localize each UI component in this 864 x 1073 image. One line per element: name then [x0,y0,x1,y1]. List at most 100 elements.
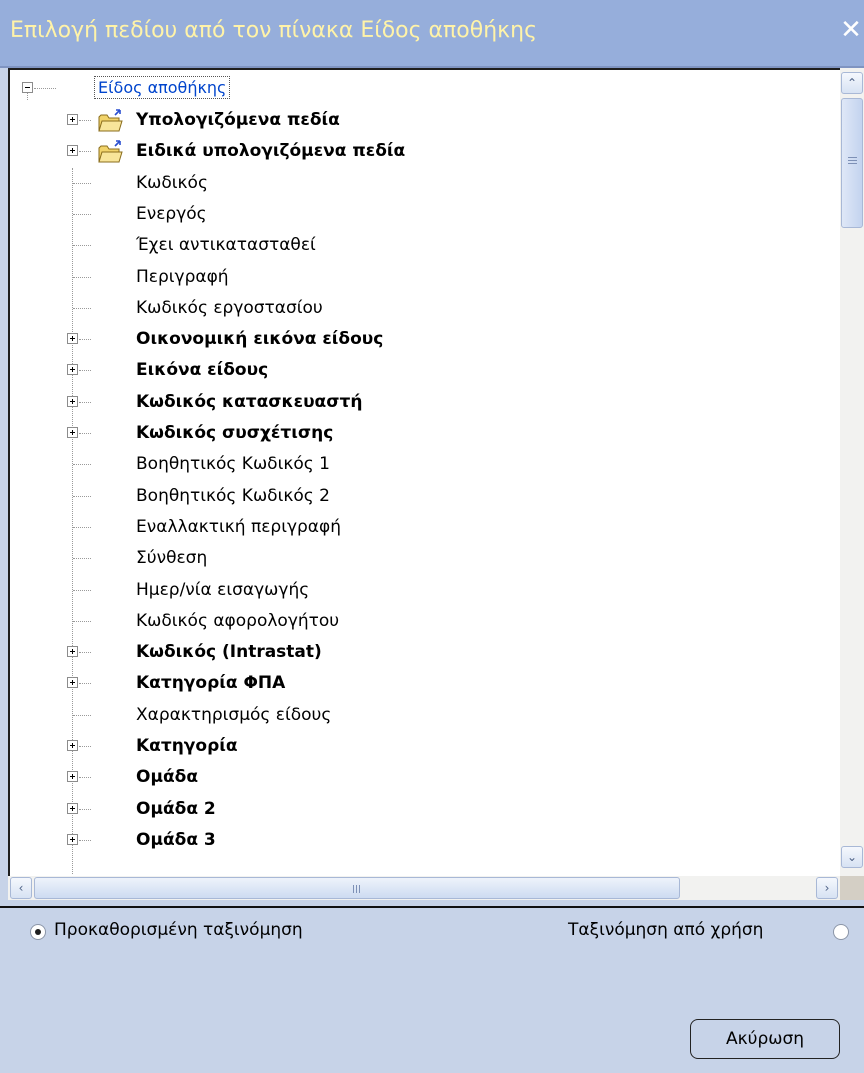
cancel-button[interactable]: Ακύρωση [690,1019,840,1059]
scroll-down-icon[interactable]: ⌄ [841,846,863,868]
folder-icon [98,109,123,132]
expand-icon[interactable] [67,740,78,751]
tree-connector [79,809,91,810]
folder-icon [98,140,123,163]
tree-root-row[interactable]: Είδος αποθήκης [10,74,842,105]
tree-item-label: Ειδικά υπολογιζόμενα πεδία [136,141,406,161]
tree-root-label[interactable]: Είδος αποθήκης [94,76,231,99]
tree-connector [79,746,91,747]
thumb-grip [848,163,857,164]
tree-item[interactable]: Σύνθεση [10,544,842,575]
tree-connector [73,558,91,559]
tree-item[interactable]: Κωδικός (Intrastat) [10,638,842,669]
default-sort-label[interactable]: Προκαθορισμένη ταξινόμηση [54,920,303,940]
tree-connector [79,652,91,653]
tree-item[interactable]: Εικόνα είδους [10,356,842,387]
tree-item[interactable]: Ενεργός [10,200,842,231]
tree-connector [73,527,91,528]
tree-item-label: Σύνθεση [136,548,208,568]
divider [0,906,864,908]
collapse-icon[interactable] [22,82,33,93]
scroll-up-icon[interactable]: ⌃ [841,72,863,94]
tree-item-label: Κωδικός αφορολογήτου [136,611,340,631]
scroll-left-icon[interactable]: ‹ [10,877,32,899]
window-title: Επιλογή πεδίου από τον πίνακα Είδος αποθ… [10,18,537,43]
tree-item[interactable]: Ομάδα 2 [10,795,842,826]
expand-icon[interactable] [67,114,78,125]
tree-connector [73,277,91,278]
thumb-grip [353,885,354,893]
tree-item[interactable]: Κωδικός κατασκευαστή [10,388,842,419]
tree-item[interactable]: Ομάδα [10,763,842,794]
tree-item[interactable]: Έχει αντικατασταθεί [10,231,842,262]
vertical-scrollbar[interactable]: ⌃ ⌄ [840,68,864,876]
tree-item-label: Εναλλακτική περιγραφή [136,517,341,537]
tree-connector [34,88,56,89]
tree-item-label: Κωδικός (Intrastat) [136,642,322,662]
tree-connector [73,214,91,215]
tree-item-label: Κωδικός κατασκευαστή [136,392,363,412]
expand-icon[interactable] [67,677,78,688]
tree-item[interactable]: Χαρακτηρισμός είδους [10,701,842,732]
expand-icon[interactable] [67,427,78,438]
tree-item[interactable]: Ημερ/νία εισαγωγής [10,576,842,607]
tree-connector [79,339,91,340]
tree-item-label: Περιγραφή [136,267,229,287]
tree-connector [73,183,91,184]
tree-item[interactable]: Κατηγορία ΦΠΑ [10,669,842,700]
tree-connector [73,464,91,465]
tree-connector [79,777,91,778]
tree-item-label: Βοηθητικός Κωδικός 2 [136,486,330,506]
usage-sort-label[interactable]: Ταξινόμηση από χρήση [568,920,763,940]
tree-item-label: Ομάδα 2 [136,799,216,819]
expand-icon[interactable] [67,364,78,375]
tree-connector [79,370,91,371]
tree-connector [79,151,91,152]
tree-connector [79,120,91,121]
tree-item-label: Ομάδα 3 [136,830,216,850]
expand-icon[interactable] [67,333,78,344]
horizontal-scrollbar[interactable]: ‹ › [8,876,840,900]
tree-item[interactable]: Οικονομική εικόνα είδους [10,325,842,356]
tree-item[interactable]: Κατηγορία [10,732,842,763]
tree-item-label: Βοηθητικός Κωδικός 1 [136,454,330,474]
tree-item[interactable]: Ομάδα 3 [10,826,842,857]
tree-connector [79,840,91,841]
tree-item-label: Έχει αντικατασταθεί [136,235,316,255]
tree-item[interactable]: Υπολογιζόμενα πεδία [10,106,842,137]
tree-item[interactable]: Κωδικός εργοστασίου [10,294,842,325]
thumb-grip [848,160,857,161]
field-tree[interactable]: Είδος αποθήκης Υπολογιζόμενα πεδία Ειδικά… [8,68,842,878]
expand-icon[interactable] [67,803,78,814]
title-bar: Επιλογή πεδίου από τον πίνακα Είδος αποθ… [0,0,864,68]
tree-item[interactable]: Κωδικός [10,169,842,200]
tree-item[interactable]: Περιγραφή [10,263,842,294]
tree-connector [73,308,91,309]
tree-connector [73,590,91,591]
tree-item[interactable]: Βοηθητικός Κωδικός 1 [10,450,842,481]
expand-icon[interactable] [67,646,78,657]
tree-item[interactable]: Εναλλακτική περιγραφή [10,513,842,544]
vertical-scroll-thumb[interactable] [841,98,863,228]
scroll-right-icon[interactable]: › [816,877,838,899]
usage-sort-radio[interactable] [833,924,849,940]
tree-item-label: Κατηγορία [136,736,238,756]
tree-item[interactable]: Κωδικός συσχέτισης [10,419,842,450]
thumb-grip [359,885,360,893]
tree-item-label: Ημερ/νία εισαγωγής [136,580,310,600]
tree-item-label: Κωδικός [136,173,208,193]
tree-item[interactable]: Βοηθητικός Κωδικός 2 [10,482,842,513]
default-sort-radio[interactable] [30,924,46,940]
expand-icon[interactable] [67,771,78,782]
tree-item-label: Ενεργός [136,204,207,224]
tree-connector [79,433,91,434]
scrollbar-corner [840,876,864,900]
tree-connector [73,621,91,622]
tree-item[interactable]: Κωδικός αφορολογήτου [10,607,842,638]
close-icon[interactable]: ✕ [840,16,862,44]
horizontal-scroll-thumb[interactable] [34,877,680,899]
tree-item[interactable]: Ειδικά υπολογιζόμενα πεδία [10,137,842,168]
expand-icon[interactable] [67,145,78,156]
expand-icon[interactable] [67,396,78,407]
expand-icon[interactable] [67,834,78,845]
